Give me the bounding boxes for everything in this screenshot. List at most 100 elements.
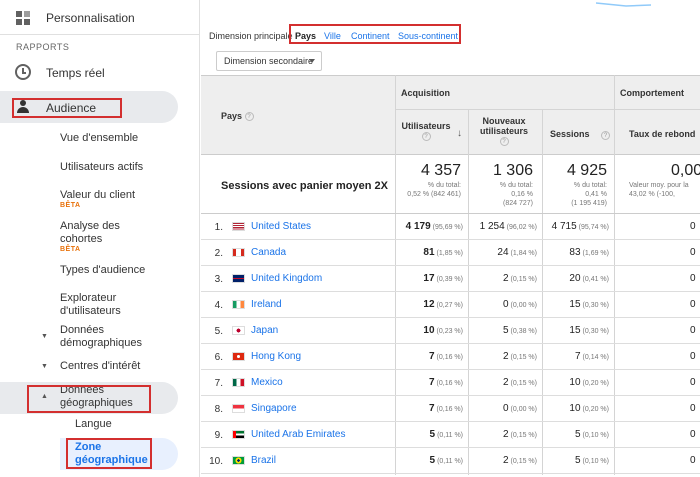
total-taux-rebond: 0,00: [671, 162, 700, 179]
sidebar-item-explorateur[interactable]: Explorateur d'utilisateurs: [60, 292, 150, 318]
cell-taux-rebond: 0: [690, 455, 696, 466]
row-number: 3.: [214, 274, 223, 285]
sidebar-item-centres-interet[interactable]: Centres d'intérêt: [60, 360, 190, 373]
row-number: 1.: [214, 222, 223, 233]
total-subtext: 43,02 % (-100,: [629, 191, 675, 198]
cell-nouveaux-utilisateurs: 24 (1,84 %): [497, 247, 537, 258]
sidebar-item-types-audience[interactable]: Types d'audience: [60, 264, 190, 277]
divider: [0, 34, 199, 35]
chevron-down-icon: ▼: [41, 333, 48, 340]
row-number: 5.: [214, 326, 223, 337]
sidebar-item-valeur-client[interactable]: Valeur du client BÊTA: [60, 189, 190, 210]
sidebar: Personnalisation RAPPORTS Temps réel Aud…: [0, 0, 200, 477]
country-flag-icon: [232, 352, 245, 361]
cell-utilisateurs: 7 (0,16 %): [428, 403, 463, 414]
beta-badge: BÊTA: [60, 202, 81, 209]
sidebar-item-analyse-cohortes[interactable]: Analyse des cohortes BÊTA: [60, 220, 140, 254]
table-row: 6. Hong Kong 7 (0,16 %) 2 (0,15 %) 7 (0,14 %) 0: [201, 344, 700, 370]
row-number: 9.: [214, 430, 223, 441]
sidebar-item-donnees-demographiques[interactable]: Données démographiques: [60, 324, 160, 350]
divider: [201, 473, 700, 474]
cell-taux-rebond: 0: [690, 247, 696, 258]
table-row: 5. Japan 10 (0,23 %) 5 (0,38 %) 15 (0,30 %) 0: [201, 318, 700, 344]
report-main: Dimension principale : Pays Ville Contin…: [201, 0, 700, 477]
country-link[interactable]: Ireland: [251, 299, 282, 310]
sidebar-item-vue-ensemble[interactable]: Vue d'ensemble: [60, 132, 190, 145]
sidebar-item-label: Analyse des cohortes: [60, 220, 120, 245]
help-icon[interactable]: ?: [244, 112, 254, 122]
row-number: 10.: [209, 456, 223, 467]
sort-down-icon[interactable]: ↓: [457, 128, 462, 139]
table-row: 8. Singapore 7 (0,16 %) 0 (0,00 %) 10 (0,20 %) 0: [201, 396, 700, 422]
cell-utilisateurs: 17 (0,39 %): [423, 273, 463, 284]
cell-utilisateurs: 7 (0,16 %): [428, 377, 463, 388]
country-link[interactable]: Hong Kong: [251, 351, 301, 362]
country-flag-icon: [232, 456, 245, 465]
country-link[interactable]: United Kingdom: [251, 273, 322, 284]
total-utilisateurs: 4 357: [420, 162, 461, 179]
table-row: 3. United Kingdom 17 (0,39 %) 2 (0,15 %) 20 (0,…: [201, 266, 700, 292]
row-number: 4.: [214, 300, 223, 311]
sidebar-item-label: Valeur du client: [60, 189, 136, 201]
row-number: 2.: [214, 248, 223, 259]
total-sessions: 4 925: [566, 162, 607, 179]
cell-utilisateurs: 4 179 (95,69 %): [405, 221, 463, 232]
section-header-rapports: RAPPORTS: [16, 42, 70, 52]
country-link[interactable]: United States: [251, 221, 311, 232]
sidebar-item-temps-reel[interactable]: Temps réel: [46, 66, 105, 80]
country-link[interactable]: Brazil: [251, 455, 276, 466]
cell-taux-rebond: 0: [690, 377, 696, 388]
cell-nouveaux-utilisateurs: 2 (0,15 %): [502, 273, 537, 284]
cell-taux-rebond: 0: [690, 221, 696, 232]
cell-nouveaux-utilisateurs: 0 (0,00 %): [502, 403, 537, 414]
total-subtext: 0,41 %: [585, 191, 607, 198]
cell-utilisateurs: 7 (0,16 %): [428, 351, 463, 362]
cell-sessions: 20 (0,41 %): [569, 273, 609, 284]
country-link[interactable]: United Arab Emirates: [251, 429, 346, 440]
sidebar-item-langue[interactable]: Langue: [75, 418, 199, 431]
annotation-box-donnees-geographiques: [27, 385, 151, 413]
total-utilisateurs-detail: % du total: 0,52 % (842 461): [397, 181, 461, 199]
divider: [395, 109, 700, 110]
total-taux-rebond-detail: Valeur moy. pour la 43,02 % (-100,: [629, 181, 689, 199]
country-flag-icon: [232, 326, 245, 335]
total-nouveaux-detail: % du total: 0,16 % (824 727): [471, 181, 533, 208]
column-header-taux-rebond[interactable]: Taux de rebond: [629, 129, 695, 139]
total-nouveaux-utilisateurs: 1 306: [492, 162, 533, 179]
country-link[interactable]: Singapore: [251, 403, 297, 414]
cell-sessions: 4 715 (95,74 %): [551, 221, 609, 232]
country-link[interactable]: Mexico: [251, 377, 283, 388]
secondary-dimension-dropdown[interactable]: Dimension secondaire: [216, 51, 322, 71]
country-link[interactable]: Canada: [251, 247, 286, 258]
help-icon[interactable]: ?: [601, 131, 610, 140]
column-header-label: Pays: [221, 111, 243, 121]
chevron-down-icon: [309, 59, 315, 63]
table-row: 10. Brazil 5 (0,11 %) 2 (0,15 %) 5 (0,10 %) 0: [201, 448, 700, 474]
cell-utilisateurs: 5 (0,11 %): [429, 429, 464, 440]
column-header-label: Sessions: [550, 129, 590, 139]
segment-label: Sessions avec panier moyen 2X: [221, 180, 388, 192]
annotation-box-audience: [12, 98, 122, 118]
country-flag-icon: [232, 404, 245, 413]
cell-utilisateurs: 5 (0,11 %): [429, 455, 464, 466]
cell-taux-rebond: 0: [690, 325, 696, 336]
annotation-box-dimension-tabs: [289, 24, 461, 44]
column-header-pays[interactable]: Pays ?: [221, 111, 254, 122]
column-header-nouveaux-utilisateurs[interactable]: Nouveaux utilisateurs ?: [472, 116, 536, 147]
help-icon[interactable]: ?: [499, 137, 509, 147]
cell-sessions: 15 (0,30 %): [569, 325, 609, 336]
cell-taux-rebond: 0: [690, 351, 696, 362]
country-flag-icon: [232, 430, 245, 439]
beta-badge: BÊTA: [60, 246, 81, 253]
cell-taux-rebond: 0: [690, 299, 696, 310]
country-flag-icon: [232, 274, 245, 283]
table-row: 4. Ireland 12 (0,27 %) 0 (0,00 %) 15 (0,30 %) 0: [201, 292, 700, 318]
column-header-sessions[interactable]: Sessions: [550, 129, 590, 139]
sidebar-item-utilisateurs-actifs[interactable]: Utilisateurs actifs: [60, 161, 190, 174]
cell-nouveaux-utilisateurs: 5 (0,38 %): [502, 325, 537, 336]
country-link[interactable]: Japan: [251, 325, 278, 336]
help-icon[interactable]: ?: [421, 132, 431, 142]
sidebar-item-personalisation[interactable]: Personnalisation: [0, 0, 199, 34]
column-header-utilisateurs[interactable]: Utilisateurs ?: [401, 121, 451, 142]
annotation-box-zone-geographique: [66, 438, 152, 469]
